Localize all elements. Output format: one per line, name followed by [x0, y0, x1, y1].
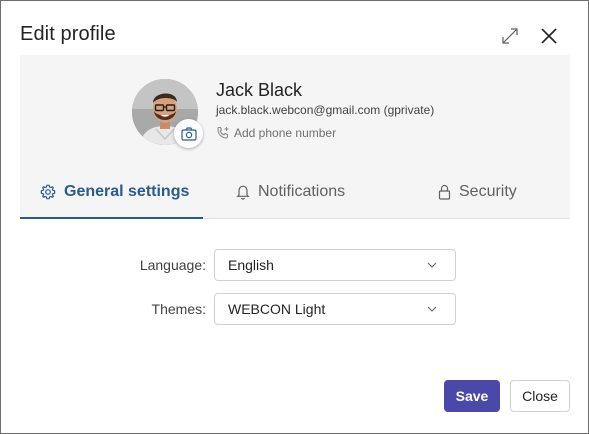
- tab-general-settings[interactable]: General settings: [40, 165, 189, 219]
- language-select[interactable]: English: [214, 249, 456, 281]
- add-phone-label: Add phone number: [234, 126, 337, 140]
- language-label: Language:: [139, 257, 206, 273]
- themes-row: Themes: WEBCON Light: [1, 293, 589, 325]
- tab-label: Notifications: [258, 183, 346, 200]
- phone-add-icon: [217, 126, 229, 139]
- chevron-down-icon: [427, 306, 437, 312]
- bell-icon: [236, 185, 250, 200]
- themes-label: Themes:: [151, 301, 206, 317]
- close-button[interactable]: Close: [510, 380, 570, 412]
- close-icon[interactable]: [539, 26, 559, 46]
- themes-select[interactable]: WEBCON Light: [214, 293, 456, 325]
- language-row: Language: English: [1, 249, 589, 281]
- profile-name: Jack Black: [216, 80, 303, 100]
- tab-label: General settings: [64, 183, 190, 200]
- expand-icon[interactable]: [501, 27, 519, 45]
- dialog-title: Edit profile: [20, 23, 116, 45]
- profile-email: jack.black.webcon@gmail.com (gprivate): [216, 103, 435, 117]
- tab-divider: [203, 218, 570, 219]
- camera-icon[interactable]: [174, 119, 203, 148]
- edit-profile-dialog: Edit profile Jack Black jack.black.webco…: [0, 0, 589, 434]
- tab-notifications[interactable]: Notifications: [236, 165, 345, 219]
- tab-label: Security: [459, 183, 517, 200]
- lock-icon: [438, 184, 451, 200]
- tab-bar: General settings Notifications Security: [20, 165, 570, 219]
- tab-security[interactable]: Security: [438, 165, 517, 219]
- add-phone-link[interactable]: Add phone number: [216, 126, 336, 140]
- save-button[interactable]: Save: [444, 380, 500, 412]
- active-tab-indicator: [20, 217, 203, 219]
- themes-value: WEBCON Light: [228, 301, 326, 317]
- chevron-down-icon: [427, 262, 437, 268]
- profile-panel: Jack Black jack.black.webcon@gmail.com (…: [20, 55, 570, 219]
- language-value: English: [228, 257, 274, 273]
- gear-icon: [40, 184, 56, 200]
